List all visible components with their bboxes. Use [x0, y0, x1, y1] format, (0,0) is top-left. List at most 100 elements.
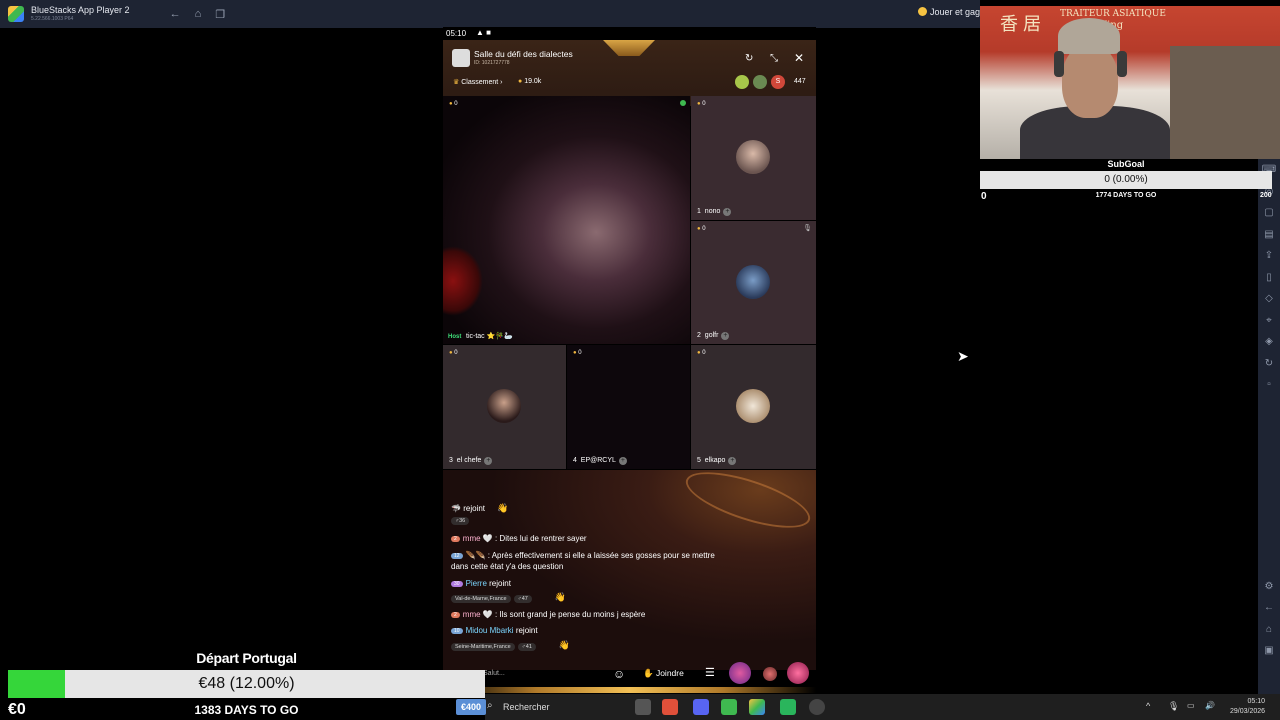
window-version: 5.22.566.1003 P64: [31, 16, 74, 22]
seat-2[interactable]: ● 0 🎙 2 golfr +: [691, 221, 816, 344]
seat-coins: ● 0: [573, 350, 582, 356]
home-icon[interactable]: ⌂: [195, 8, 202, 20]
subgoal-progress-bar: 0 (0.00%): [980, 171, 1272, 189]
window-decoration: [1170, 46, 1280, 159]
join-button[interactable]: ✋ Joindre: [643, 668, 684, 679]
layers-icon[interactable]: ◈: [1265, 331, 1273, 353]
viewer-avatar[interactable]: S: [771, 75, 785, 89]
follow-plus-icon[interactable]: +: [618, 457, 627, 465]
recent-apps-icon[interactable]: ▣: [1264, 640, 1273, 662]
gift-icon[interactable]: [729, 662, 751, 684]
rotate-icon[interactable]: ↻: [1265, 353, 1273, 375]
level-badge: 2: [451, 612, 460, 618]
follow-plus-icon[interactable]: +: [728, 457, 737, 465]
seat-4[interactable]: ● 0 4 EP@RCYL +: [567, 345, 690, 469]
seat-3[interactable]: ● 0 3 el chefe +: [443, 345, 566, 469]
screenshot-icon[interactable]: ▢: [1264, 202, 1273, 224]
planet-decoration: [680, 460, 816, 540]
viewer-avatar[interactable]: [735, 75, 749, 89]
room-avatar[interactable]: [452, 49, 470, 67]
seat-coins: ● 0: [697, 226, 706, 232]
avatar: [736, 389, 770, 423]
age-tag: ♂47: [513, 595, 532, 603]
seat-coins: ● 0: [449, 350, 458, 356]
play-app-icon[interactable]: [780, 699, 796, 715]
seat-name: 5 elkapo +: [697, 457, 737, 465]
task-view-icon[interactable]: [635, 699, 651, 715]
location-icon[interactable]: ⌖: [1266, 310, 1272, 332]
multi-window-icon[interactable]: ❐: [215, 8, 225, 21]
shop-sign-chinese: 香 居: [1000, 14, 1042, 34]
host-seat[interactable]: ● 0 Host tic-tac ⭐🎋🦢: [443, 96, 690, 344]
play-and-win-button[interactable]: Jouer et gag: [918, 7, 980, 17]
level-badge: 30: [451, 581, 463, 587]
host-coins: ● 0: [449, 101, 458, 107]
coins-counter: ● 19.0k: [518, 78, 542, 85]
headset-icon: [1054, 51, 1064, 77]
minimize-icon[interactable]: ⤡: [770, 53, 778, 64]
chat-input[interactable]: Salut...: [483, 670, 505, 677]
follow-plus-icon[interactable]: +: [484, 457, 493, 465]
brave-browser-icon[interactable]: [662, 699, 678, 715]
seat-coins: ● 0: [697, 101, 706, 107]
phone-screen: 05:10 ▲ ■ Salle du défi des dialectes ID…: [443, 27, 816, 693]
bluestacks-titlebar: BlueStacks App Player 2 5.22.566.1003 P6…: [0, 0, 980, 28]
microphone-icon[interactable]: 🎙: [1168, 701, 1179, 712]
host-video-blur: [443, 246, 483, 316]
tray-chevron-icon[interactable]: ^: [1146, 701, 1150, 711]
settings-icon[interactable]: ⚙: [1265, 576, 1274, 598]
avatar: [736, 265, 770, 299]
seat-name: 3 el chefe +: [449, 457, 493, 465]
emoji-icon[interactable]: ☺: [613, 667, 625, 681]
chat-meta: Val-de-Marne,France ♂47 👋: [451, 592, 566, 603]
follow-plus-icon[interactable]: +: [721, 332, 730, 340]
subgoal-progress-text: 0 (0.00%): [1104, 174, 1148, 185]
bluestacks-logo-icon: [8, 6, 24, 22]
seat-name: 1 nono +: [697, 208, 732, 216]
back-nav-icon[interactable]: ←: [1264, 597, 1274, 619]
menu-icon[interactable]: ☰: [705, 666, 715, 679]
seat-coins: ● 0: [697, 350, 706, 356]
media-icon[interactable]: ▤: [1264, 224, 1273, 246]
viewer-count[interactable]: 447: [794, 78, 806, 85]
seat-name: 4 EP@RCYL +: [573, 457, 627, 465]
spreadsheet-icon[interactable]: [721, 699, 737, 715]
rose-gift-icon[interactable]: [763, 667, 777, 681]
status-bar: 05:10 ▲ ■: [443, 27, 816, 40]
home-nav-icon[interactable]: ⌂: [1266, 619, 1272, 641]
host-name: tic-tac ⭐🎋🦢: [466, 333, 513, 340]
viewer-avatar[interactable]: [753, 75, 767, 89]
age-tag: ♂41: [517, 643, 536, 651]
wave-icon[interactable]: 👋: [497, 503, 508, 513]
network-icon[interactable]: ▭: [1187, 701, 1195, 710]
discord-icon[interactable]: [693, 699, 709, 715]
seat-1[interactable]: ● 0 1 nono +: [691, 96, 816, 220]
bluestacks-taskbar-icon[interactable]: [749, 699, 765, 715]
wave-icon[interactable]: 👋: [559, 640, 570, 650]
more-icon[interactable]: ▫: [1267, 374, 1271, 396]
level-badge: 10: [451, 628, 463, 634]
obs-icon[interactable]: [809, 699, 825, 715]
wave-icon[interactable]: 👋: [555, 592, 566, 602]
back-icon[interactable]: ←: [170, 8, 181, 20]
mic-active-icon: [680, 100, 686, 106]
chat-message: 12 🪶🪶 : Après effectivement si elle a lai…: [451, 551, 715, 560]
files-icon[interactable]: ▯: [1266, 267, 1272, 289]
taskbar-search[interactable]: ⌕ Rechercher: [485, 698, 625, 716]
ranking-button[interactable]: ♛ Classement ›: [453, 78, 502, 86]
avatar: [736, 140, 770, 174]
gift-box-icon[interactable]: [787, 662, 809, 684]
install-apk-icon[interactable]: ⇪: [1265, 245, 1273, 267]
erase-icon[interactable]: ◇: [1265, 288, 1273, 310]
donation-progress-bar: €48 (12.00%): [8, 670, 485, 698]
close-icon[interactable]: ✕: [794, 51, 804, 65]
donation-progress-text: €48 (12.00%): [198, 675, 295, 692]
follow-plus-icon[interactable]: +: [723, 208, 732, 216]
chat-message: 🦈 rejoint 👋: [451, 503, 509, 513]
share-icon[interactable]: ↻: [745, 53, 753, 64]
status-time: 05:10: [446, 29, 467, 38]
viewer-avatars[interactable]: S: [735, 75, 789, 89]
seat-5[interactable]: ● 0 5 elkapo +: [691, 345, 816, 469]
taskbar-clock[interactable]: 05:10 29/03/2026: [1230, 697, 1265, 717]
volume-icon[interactable]: 🔊: [1205, 701, 1215, 710]
